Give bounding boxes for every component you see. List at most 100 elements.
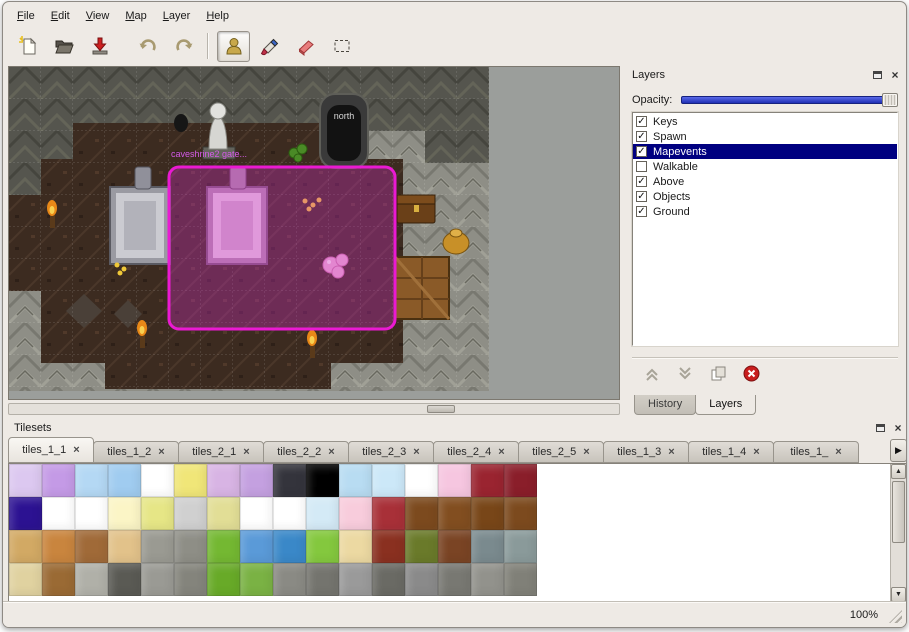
layer-list[interactable]: ✓Keys✓Spawn✓MapeventsWalkable✓Above✓Obje…	[632, 112, 898, 346]
tileset-tile[interactable]	[240, 530, 273, 563]
tileset-tile[interactable]	[42, 530, 75, 563]
tileset-tile[interactable]	[207, 497, 240, 530]
tileset-tile[interactable]	[75, 530, 108, 563]
tileset-tile[interactable]	[42, 464, 75, 497]
delete-layer-button[interactable]	[741, 364, 761, 384]
map-canvas[interactable]: north	[9, 67, 619, 399]
menu-help[interactable]: Help	[198, 7, 237, 25]
tileset-tile[interactable]	[75, 464, 108, 497]
select-tool-button[interactable]	[325, 31, 358, 62]
tileset-tile[interactable]	[207, 464, 240, 497]
layer-row-walkable[interactable]: Walkable	[633, 159, 897, 174]
layer-visibility-checkbox[interactable]: ✓	[636, 131, 647, 142]
tileset-tile[interactable]	[75, 497, 108, 530]
tab-close-icon[interactable]: ×	[668, 446, 674, 458]
tileset-tile[interactable]	[9, 530, 42, 563]
tileset-tile[interactable]	[372, 497, 405, 530]
tileset-tile[interactable]	[9, 497, 42, 530]
tileset-tab-tiles_2_1[interactable]: tiles_2_1×	[178, 441, 264, 463]
tileset-tile[interactable]	[438, 563, 471, 596]
fill-tool-button[interactable]	[253, 31, 286, 62]
tileset-tile[interactable]	[141, 497, 174, 530]
tileset-tile[interactable]	[306, 464, 339, 497]
tileset-tile[interactable]	[339, 497, 372, 530]
menu-map[interactable]: Map	[117, 7, 154, 25]
tileset-tile[interactable]	[438, 497, 471, 530]
tileset-tile[interactable]	[174, 563, 207, 596]
tileset-tab-tiles_2_4[interactable]: tiles_2_4×	[433, 441, 519, 463]
tileset-tile[interactable]	[75, 563, 108, 596]
tileset-tile[interactable]	[108, 464, 141, 497]
tileset-tile[interactable]	[504, 497, 537, 530]
layers-dock-close-button[interactable]: ×	[887, 68, 903, 83]
map-viewport[interactable]: north	[8, 66, 620, 400]
tileset-tile[interactable]	[108, 563, 141, 596]
tileset-tile[interactable]	[339, 530, 372, 563]
tileset-tile[interactable]	[405, 563, 438, 596]
tileset-tile[interactable]	[504, 563, 537, 596]
tilesets-dock-float-button[interactable]	[872, 421, 888, 436]
tileset-tabs-scroll-right-button[interactable]: ▶	[890, 439, 907, 462]
layer-visibility-checkbox[interactable]: ✓	[636, 116, 647, 127]
layer-row-mapevents[interactable]: ✓Mapevents	[633, 144, 897, 159]
menu-edit[interactable]: Edit	[43, 7, 78, 25]
tileset-tile[interactable]	[471, 563, 504, 596]
map-horizontal-scrollbar[interactable]	[8, 403, 620, 415]
tileset-tab-tiles_1_[interactable]: tiles_1_×	[773, 441, 859, 463]
tileset-tile[interactable]	[141, 530, 174, 563]
tileset-tile[interactable]	[207, 563, 240, 596]
tileset-tile[interactable]	[438, 464, 471, 497]
layer-visibility-checkbox[interactable]: ✓	[636, 176, 647, 187]
tileset-tile[interactable]	[240, 497, 273, 530]
tab-close-icon[interactable]: ×	[835, 446, 841, 458]
layer-row-ground[interactable]: ✓Ground	[633, 204, 897, 219]
dock-tab-layers[interactable]: Layers	[695, 395, 756, 415]
tileset-tile[interactable]	[339, 563, 372, 596]
tileset-tile[interactable]	[471, 530, 504, 563]
resize-grip[interactable]	[889, 610, 902, 623]
tileset-tile[interactable]	[207, 530, 240, 563]
tab-close-icon[interactable]: ×	[413, 446, 419, 458]
open-button[interactable]	[47, 31, 80, 62]
opacity-slider[interactable]	[681, 92, 898, 107]
tileset-tile[interactable]	[240, 563, 273, 596]
undo-button[interactable]	[131, 31, 164, 62]
tileset-tile[interactable]	[372, 530, 405, 563]
tab-close-icon[interactable]: ×	[158, 446, 164, 458]
tileset-tile[interactable]	[372, 563, 405, 596]
tileset-tile[interactable]	[141, 563, 174, 596]
eraser-tool-button[interactable]	[289, 31, 322, 62]
tileset-tile[interactable]	[42, 497, 75, 530]
move-layer-down-button[interactable]	[675, 364, 695, 384]
stamp-tool-button[interactable]	[217, 31, 250, 62]
menu-file[interactable]: File	[9, 7, 43, 25]
palette-vertical-scrollbar[interactable]: ▲ ▼	[890, 464, 906, 602]
tileset-palette[interactable]	[9, 464, 906, 596]
dock-tab-history[interactable]: History	[634, 395, 696, 415]
tab-close-icon[interactable]: ×	[498, 446, 504, 458]
tileset-tile[interactable]	[273, 530, 306, 563]
tab-close-icon[interactable]: ×	[753, 446, 759, 458]
tileset-tile[interactable]	[306, 497, 339, 530]
layer-row-objects[interactable]: ✓Objects	[633, 189, 897, 204]
tilesets-dock-close-button[interactable]: ×	[890, 421, 906, 436]
tileset-tile[interactable]	[504, 530, 537, 563]
tileset-tile[interactable]	[438, 530, 471, 563]
layer-row-spawn[interactable]: ✓Spawn	[633, 129, 897, 144]
menu-view[interactable]: View	[78, 7, 118, 25]
layer-row-above[interactable]: ✓Above	[633, 174, 897, 189]
layer-row-keys[interactable]: ✓Keys	[633, 114, 897, 129]
redo-button[interactable]	[167, 31, 200, 62]
tileset-tile[interactable]	[174, 497, 207, 530]
tab-close-icon[interactable]: ×	[328, 446, 334, 458]
tab-close-icon[interactable]: ×	[73, 444, 79, 456]
palette-scrollbar-handle[interactable]	[892, 481, 905, 543]
tileset-tile[interactable]	[9, 563, 42, 596]
save-button[interactable]	[83, 31, 116, 62]
tileset-tile[interactable]	[9, 464, 42, 497]
layer-visibility-checkbox[interactable]: ✓	[636, 191, 647, 202]
tileset-tab-tiles_1_1[interactable]: tiles_1_1×	[8, 437, 94, 463]
tileset-tile[interactable]	[273, 497, 306, 530]
tileset-tile[interactable]	[471, 497, 504, 530]
tileset-tab-tiles_1_2[interactable]: tiles_1_2×	[93, 441, 179, 463]
